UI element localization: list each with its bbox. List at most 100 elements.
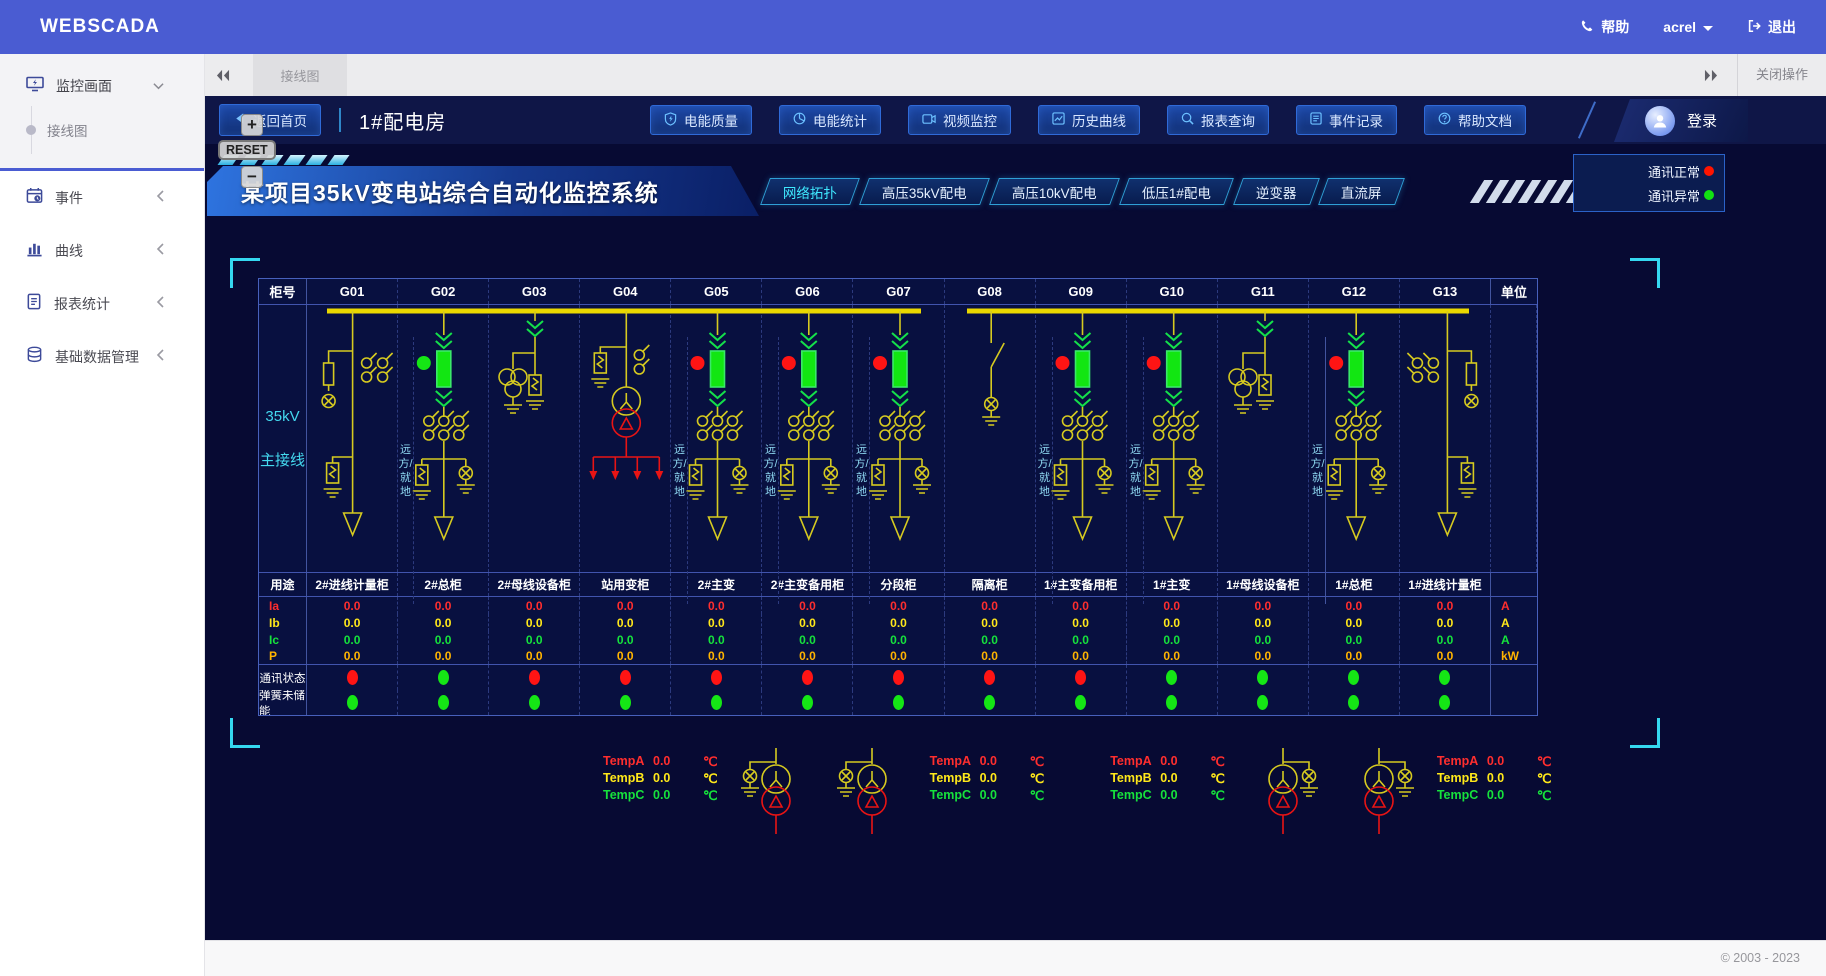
cabinet-id: G09 xyxy=(1036,279,1127,304)
scada-toolbar: 返回首页 1#配电房 电能质量 电能统计 视频监控 历史曲线 报表查询 事件记录… xyxy=(205,96,1826,144)
transformer-temp-strip: TempA 0.0 ℃ TempB 0.0 ℃ TempC 0.0 ℃ TempA 0.0 ℃ … xyxy=(603,748,1551,836)
comm-status-row: 通讯状态 xyxy=(259,665,1537,690)
tab-network-topology[interactable]: 网络拓扑 xyxy=(760,178,860,205)
monitor-icon xyxy=(26,76,44,97)
collapse-left-icon[interactable] xyxy=(215,69,231,82)
tab-inverter[interactable]: 逆变器 xyxy=(1232,178,1320,205)
comm-status-legend: 通讯正常 通讯异常 xyxy=(1573,154,1725,212)
chevron-down-icon xyxy=(153,77,164,95)
line-chart-icon xyxy=(1052,112,1065,128)
user-menu[interactable]: acrel xyxy=(1663,19,1713,35)
diagram-row: 35kV 主接线 远方/就地 远方/就地 远方/就地 远方/就地 远方/就地 远方… xyxy=(259,305,1537,604)
tab-hv-35kv[interactable]: 高压35kV配电 xyxy=(859,178,990,205)
phone-icon xyxy=(1580,19,1594,36)
transformer-symbol xyxy=(1341,748,1417,836)
value-cell: 0.0 xyxy=(945,614,1036,631)
value-cell: 0.0 xyxy=(489,597,581,614)
zoom-reset-button[interactable]: RESET xyxy=(218,140,276,160)
cabinet-id: G13 xyxy=(1400,279,1491,304)
cabinet-id: G06 xyxy=(762,279,854,304)
led-indicator xyxy=(1075,670,1087,685)
expand-right-icon[interactable] xyxy=(1685,69,1737,82)
remote-local-label: 远方/就地 xyxy=(398,337,414,604)
value-cell: 0.0 xyxy=(307,597,399,614)
close-operations-button[interactable]: 关闭操作 xyxy=(1736,54,1826,96)
value-cell: 0.0 xyxy=(1127,631,1218,648)
breaker-indicator-g10 xyxy=(1146,356,1161,370)
led-indicator xyxy=(437,670,449,685)
value-cell: 0.0 xyxy=(1127,648,1218,664)
led-indicator xyxy=(528,670,540,685)
led-indicator xyxy=(528,695,540,710)
sidebar-item-curves[interactable]: 曲线 xyxy=(0,224,204,277)
unit-cell: A xyxy=(1500,632,1510,647)
value-cell: 0.0 xyxy=(1218,614,1309,631)
tree-dot xyxy=(26,125,36,135)
value-cell: 0.0 xyxy=(853,648,945,664)
video-monitor-button[interactable]: 视频监控 xyxy=(908,105,1011,135)
value-cell: 0.0 xyxy=(398,648,490,664)
value-cell: 0.0 xyxy=(1400,631,1491,648)
value-cell: 0.0 xyxy=(945,597,1036,614)
usage-cell: 隔离柜 xyxy=(945,573,1036,596)
logout-button[interactable]: 退出 xyxy=(1747,17,1796,37)
tab-lv-1[interactable]: 低压1#配电 xyxy=(1118,178,1234,205)
value-cell: 0.0 xyxy=(762,614,854,631)
breaker-indicator-g12 xyxy=(1329,356,1344,370)
transformer-symbol xyxy=(1245,748,1321,836)
led-indicator xyxy=(984,695,996,710)
home-button[interactable]: 返回首页 xyxy=(219,104,321,136)
sidebar-item-reports[interactable]: 报表统计 xyxy=(0,277,204,330)
page-title: 1#配电房 xyxy=(359,111,447,134)
remote-local-label: 远方/就地 xyxy=(763,337,779,604)
led-indicator xyxy=(984,670,996,685)
value-cell: 0.0 xyxy=(945,631,1036,648)
help-doc-button[interactable]: 帮助文档 xyxy=(1424,105,1526,135)
pie-chart-icon xyxy=(793,112,806,128)
database-icon xyxy=(26,346,43,368)
value-cell: 0.0 xyxy=(1127,614,1218,631)
remote-local-label: 远方/就地 xyxy=(1037,337,1053,604)
remote-local-label: 远方/就地 xyxy=(1310,337,1326,604)
bar-chart-icon xyxy=(26,240,43,262)
help-button[interactable]: 帮助 xyxy=(1580,17,1629,37)
energy-stats-button[interactable]: 电能统计 xyxy=(779,105,881,135)
unit-cell: kW xyxy=(1500,649,1519,663)
station-transformer-column xyxy=(589,311,664,480)
video-icon xyxy=(922,113,936,128)
report-search-button[interactable]: 报表查询 xyxy=(1167,105,1269,135)
tab-wiring-diagram[interactable]: 接线图 xyxy=(253,54,347,96)
value-cell: 0.0 xyxy=(580,648,672,664)
usage-cell: 1#进线计量柜 xyxy=(1400,573,1491,596)
sidebar-item-events[interactable]: 事件 xyxy=(0,171,204,224)
led-indicator xyxy=(892,695,904,710)
value-row-ic: Ic 0.0 0.0 0.0 0.0 0.0 0.0 0.0 0.0 0.0 0.0 0.… xyxy=(259,631,1537,648)
event-record-button[interactable]: 事件记录 xyxy=(1296,105,1397,135)
unit-cell: A xyxy=(1500,615,1510,630)
value-cell: 0.0 xyxy=(1400,648,1491,664)
login-button[interactable]: 登录 xyxy=(1614,99,1748,142)
tab-dc-panel[interactable]: 直流屏 xyxy=(1318,178,1405,205)
value-cell: 0.0 xyxy=(489,631,581,648)
usage-cell: 2#进线计量柜 xyxy=(307,573,399,596)
breaker-indicator-g09 xyxy=(1055,356,1070,370)
usage-cell: 1#母线设备柜 xyxy=(1218,573,1309,596)
zoom-in-button[interactable]: + xyxy=(241,114,263,136)
value-cell: 0.0 xyxy=(671,614,763,631)
power-quality-button[interactable]: 电能质量 xyxy=(650,105,752,135)
remote-local-label: 远方/就地 xyxy=(1128,337,1144,604)
history-curve-button[interactable]: 历史曲线 xyxy=(1038,105,1140,135)
tab-hv-10kv[interactable]: 高压10kV配电 xyxy=(988,178,1120,205)
sidebar-item-label: 监控画面 xyxy=(56,78,112,94)
cabinet-id: G07 xyxy=(853,279,945,304)
cabinet-id: G11 xyxy=(1218,279,1309,304)
sidebar-item-wiring-diagram[interactable]: 接线图 xyxy=(0,104,204,156)
banner-row: 某项目35kV变电站综合自动化监控系统 网络拓扑 高压35kV配电 高压10kV… xyxy=(205,154,1826,216)
value-cell: 0.0 xyxy=(398,631,490,648)
spring-status-row: 弹簧未储能 xyxy=(259,690,1537,715)
zoom-out-button[interactable]: − xyxy=(241,166,263,188)
sidebar-item-base-data[interactable]: 基础数据管理 xyxy=(0,330,204,383)
cabinet-id: G12 xyxy=(1309,279,1400,304)
value-cell: 0.0 xyxy=(580,597,672,614)
sidebar-item-monitor-screens[interactable]: 监控画面 xyxy=(0,68,204,104)
